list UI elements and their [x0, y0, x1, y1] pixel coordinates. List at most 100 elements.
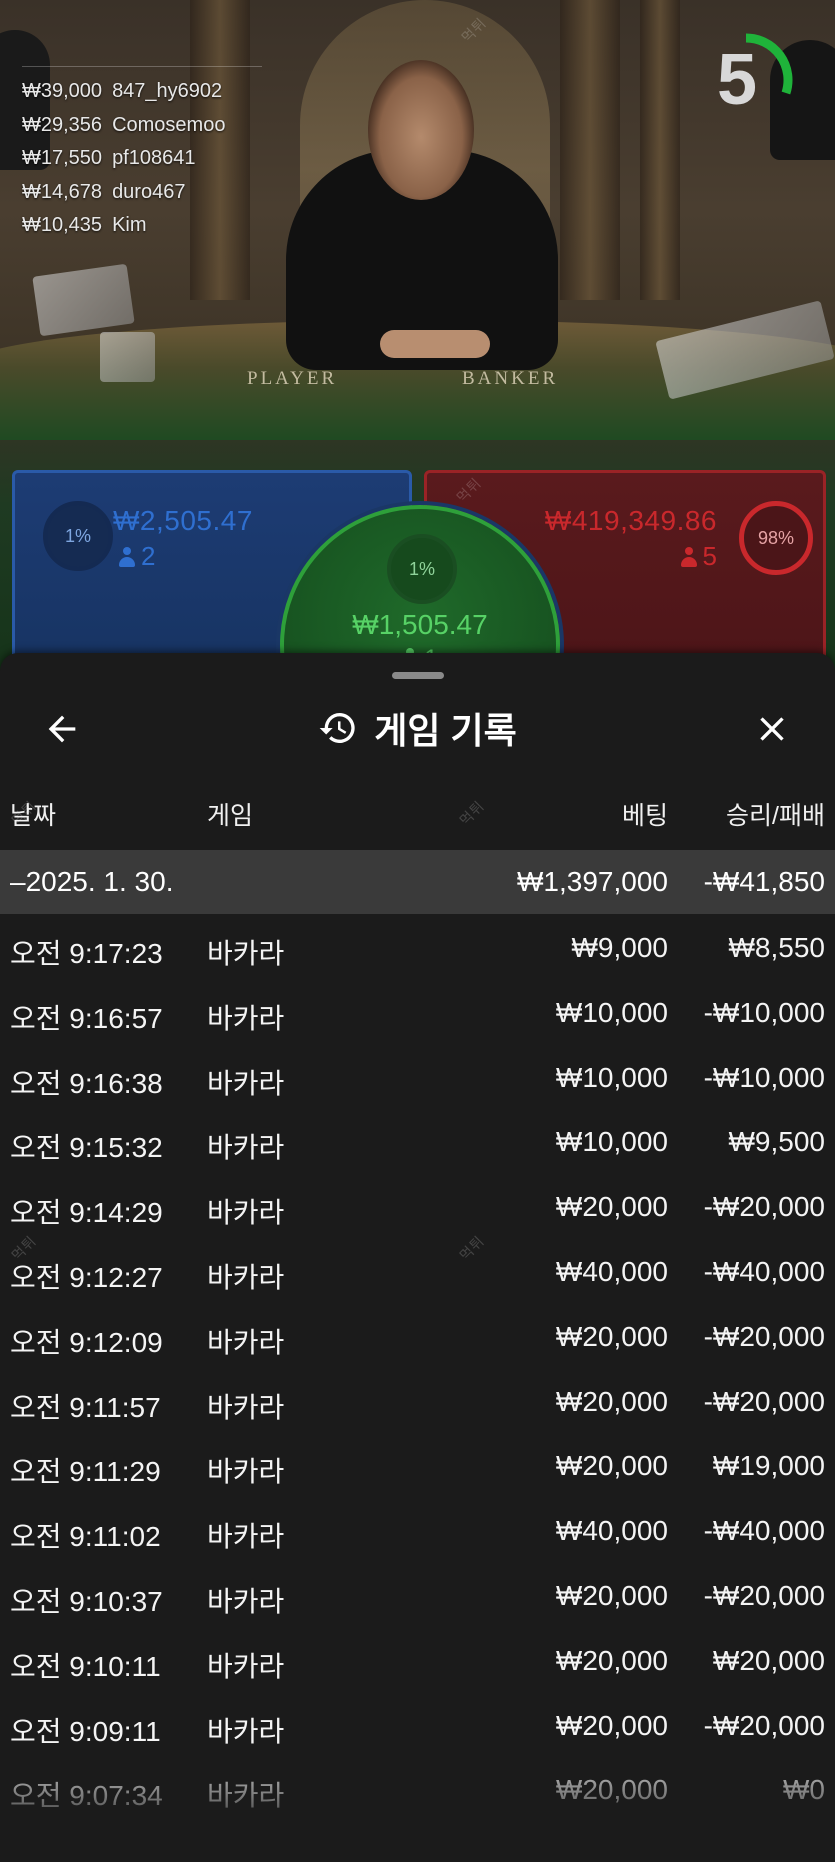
table-row[interactable]: 오전 9:17:23 바카라 ₩9,000 ₩8,550	[0, 914, 835, 979]
table-row[interactable]: 오전 9:11:29 바카라 ₩20,000 ₩19,000	[0, 1432, 835, 1497]
row-result: -₩20,000	[703, 1320, 825, 1352]
date-group-row[interactable]: –2025. 1. 30. ₩1,397,000 -₩41,850	[0, 850, 835, 914]
back-arrow-icon	[48, 715, 76, 743]
row-time: 오전 9:17:23	[10, 938, 163, 969]
row-result: -₩40,000	[703, 1515, 825, 1547]
sheet-drag-handle[interactable]	[392, 672, 444, 679]
card-stack	[100, 332, 155, 382]
sheet-title-group: 게임 기록	[0, 683, 835, 773]
row-bet: ₩20,000	[555, 1709, 668, 1741]
table-row[interactable]: 오전 9:12:27 바카라 ₩40,000 -₩40,000	[0, 1238, 835, 1303]
table-row[interactable]: 오전 9:16:57 바카라 ₩10,000 -₩10,000	[0, 979, 835, 1044]
row-result: -₩20,000	[703, 1385, 825, 1417]
table-row[interactable]: 오전 9:12:09 바카라 ₩20,000 -₩20,000	[0, 1303, 835, 1368]
row-game: 바카라	[207, 1585, 285, 1617]
countdown-timer: 5	[696, 30, 796, 130]
leader-amount: ₩39,000	[22, 80, 103, 102]
column-headers: 날짜 게임 베팅 승리/패배	[0, 780, 835, 840]
row-result: -₩40,000	[703, 1255, 825, 1287]
leader-amount: ₩10,435	[22, 214, 103, 236]
banker-percent-ring: 98%	[739, 501, 813, 575]
background-pillar	[640, 0, 680, 300]
table-row[interactable]: 오전 9:09:11 바카라 ₩20,000 -₩20,000	[0, 1692, 835, 1757]
column-header-result: 승리/패배	[726, 802, 825, 830]
row-bet: ₩10,000	[555, 996, 668, 1028]
table-row[interactable]: 오전 9:11:02 바카라 ₩40,000 -₩40,000	[0, 1497, 835, 1562]
game-history-sheet: 게임 기록 날짜 게임 베팅 승리/패배 –2025. 1. 30. ₩1,39…	[0, 653, 835, 1862]
dealer-head	[368, 60, 474, 200]
leader-amount: ₩14,678	[22, 180, 103, 203]
player-bet-amount: ₩2,505.47	[113, 505, 253, 536]
row-bet: ₩20,000	[555, 1644, 668, 1676]
table-label-player: PLAYER	[247, 368, 338, 389]
player-count-value: 2	[141, 541, 156, 571]
leader-user: Comosemoo	[112, 113, 226, 136]
leader-user: duro467	[112, 180, 186, 203]
table-label-banker: BANKER	[462, 368, 559, 389]
row-time: 오전 9:16:57	[10, 1002, 163, 1034]
player-percent-ring: 1%	[43, 501, 113, 571]
row-result: ₩8,550	[728, 932, 826, 963]
leaderboard-row: ₩17,550 pf108641	[22, 142, 262, 176]
row-result: ₩19,000	[712, 1450, 825, 1482]
row-bet: ₩40,000	[555, 1515, 668, 1547]
row-bet: ₩10,000	[555, 1061, 668, 1093]
row-game: 바카라	[207, 1521, 285, 1553]
leader-user: Kim	[112, 214, 147, 236]
leader-amount: ₩29,356	[22, 113, 103, 136]
tie-percent-ring: 1%	[387, 534, 457, 604]
row-game: 바카라	[207, 1326, 285, 1358]
group-total-result: -₩41,850	[703, 866, 825, 897]
row-game: 바카라	[207, 1650, 285, 1682]
row-time: 오전 9:11:57	[10, 1391, 161, 1423]
row-time: 오전 9:12:09	[10, 1326, 163, 1358]
row-time: 오전 9:15:32	[10, 1132, 163, 1164]
history-list: 오전 9:17:23 바카라 ₩9,000 ₩8,550 오전 9:16:57 바카라 ₩1…	[0, 914, 835, 1821]
row-time: 오전 9:11:02	[10, 1521, 161, 1553]
person-icon	[680, 547, 697, 567]
table-row[interactable]: 오전 9:10:11 바카라 ₩20,000 ₩20,000	[0, 1627, 835, 1692]
row-result: -₩20,000	[703, 1709, 825, 1741]
timer-value: 5	[716, 40, 758, 120]
table-row[interactable]: 오전 9:10:37 바카라 ₩20,000 -₩20,000	[0, 1562, 835, 1627]
table-row[interactable]: 오전 9:15:32 바카라 ₩10,000 ₩9,500	[0, 1108, 835, 1173]
live-video: PLAYER BANKER ₩39,000 847_hy6902 ₩29,356 C…	[0, 0, 835, 700]
row-time: 오전 9:12:27	[10, 1261, 163, 1293]
sheet-header: 게임 기록	[0, 683, 835, 773]
row-time: 오전 9:16:38	[10, 1067, 163, 1099]
row-time: 오전 9:07:34	[10, 1780, 163, 1812]
row-time: 오전 9:09:11	[10, 1715, 161, 1747]
row-game: 바카라	[207, 1456, 285, 1488]
column-header-game: 게임	[207, 802, 254, 830]
row-time: 오전 9:10:11	[10, 1650, 161, 1682]
row-bet: ₩20,000	[555, 1385, 668, 1417]
row-time: 오전 9:11:29	[10, 1456, 161, 1488]
banker-bet-amount: ₩419,349.86	[544, 505, 717, 536]
row-bet: ₩20,000	[555, 1579, 668, 1611]
row-result: -₩10,000	[703, 996, 825, 1028]
leaderboard-row: ₩10,435 Kim	[22, 209, 262, 243]
back-button[interactable]	[38, 705, 86, 753]
leader-user: 847_hy6902	[112, 80, 223, 102]
row-game: 바카라	[207, 1715, 285, 1747]
table-row[interactable]: 오전 9:16:38 바카라 ₩10,000 -₩10,000	[0, 1044, 835, 1109]
table-row[interactable]: 오전 9:11:57 바카라 ₩20,000 -₩20,000	[0, 1368, 835, 1433]
close-button[interactable]	[748, 705, 796, 753]
row-bet: ₩9,000	[571, 932, 669, 963]
leaderboard-row: ₩14,678 duro467	[22, 176, 262, 210]
leaderboard-row: ₩39,000 847_hy6902	[22, 75, 262, 109]
row-game: 바카라	[207, 1197, 285, 1229]
tie-bet-amount: ₩1,505.47	[352, 609, 488, 640]
row-bet: ₩20,000	[555, 1191, 668, 1223]
dealer-hands	[380, 330, 490, 358]
table-row[interactable]: 오전 9:07:34 바카라 ₩20,000 ₩0	[0, 1756, 835, 1821]
group-total-bet: ₩1,397,000	[517, 866, 668, 897]
row-bet: ₩40,000	[555, 1255, 668, 1287]
row-game: 바카라	[207, 1391, 285, 1423]
banker-count-value: 5	[702, 541, 717, 571]
row-result: ₩0	[783, 1774, 825, 1806]
table-row[interactable]: 오전 9:14:29 바카라 ₩20,000 -₩20,000	[0, 1173, 835, 1238]
row-game: 바카라	[207, 1002, 285, 1034]
row-result: ₩20,000	[712, 1644, 825, 1676]
column-header-bet: 베팅	[621, 802, 668, 830]
